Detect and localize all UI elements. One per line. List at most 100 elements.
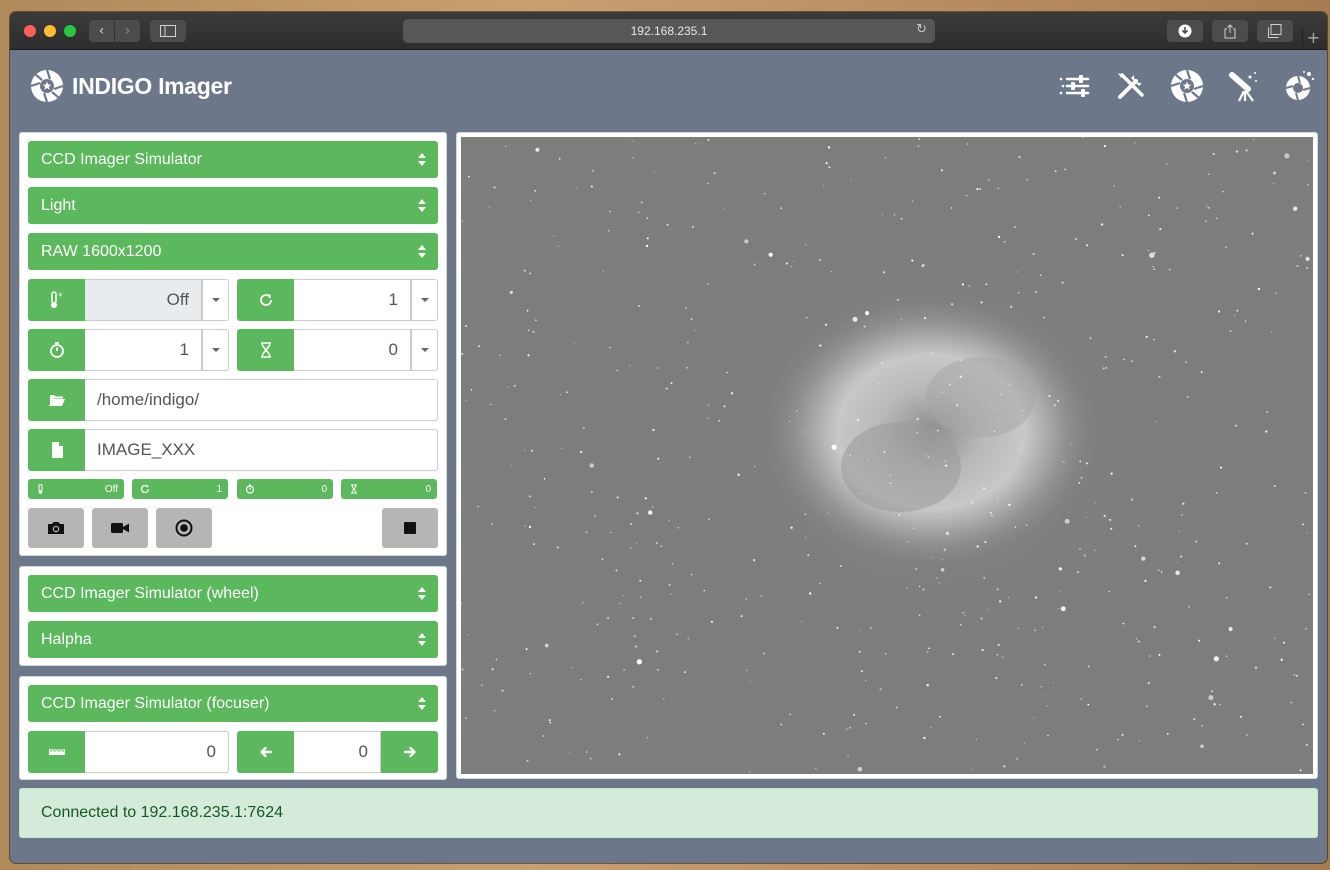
cooler-group: * Off	[28, 279, 229, 321]
star	[665, 387, 668, 390]
star	[1040, 685, 1042, 688]
star	[831, 444, 837, 450]
delay-dropdown[interactable]	[411, 329, 438, 371]
star	[895, 706, 898, 709]
star	[850, 178, 852, 181]
forward-button[interactable]: ›	[115, 20, 140, 42]
star	[988, 179, 990, 181]
delay-status-badge: 0	[341, 479, 437, 499]
star	[825, 162, 828, 165]
mode-select[interactable]: RAW 1600x1200	[28, 233, 438, 270]
star	[607, 675, 610, 678]
imager-device-select[interactable]: CCD Imager Simulator	[28, 141, 438, 178]
focuser-position-group: 0	[28, 731, 229, 773]
guider-button[interactable]	[1271, 68, 1327, 104]
star	[580, 451, 583, 454]
frame-type-select[interactable]: Light	[28, 187, 438, 224]
star	[870, 627, 872, 629]
star	[1193, 718, 1196, 721]
video-button[interactable]	[92, 508, 148, 548]
star	[1134, 545, 1137, 548]
record-button[interactable]	[156, 508, 212, 548]
filename-input[interactable]: IMAGE_XXX	[85, 429, 438, 471]
focuser-device-select[interactable]: CCD Imager Simulator (focuser)	[28, 685, 438, 722]
tab-overview-button[interactable]	[1257, 20, 1293, 42]
exposure-field[interactable]: 1	[85, 329, 202, 371]
star	[849, 727, 851, 729]
star	[1305, 627, 1307, 630]
star	[750, 681, 752, 683]
star	[863, 325, 866, 328]
mount-button[interactable]	[1215, 68, 1271, 104]
star	[601, 558, 604, 560]
star	[580, 679, 582, 681]
exposure-dropdown[interactable]	[202, 329, 229, 371]
star	[889, 474, 892, 477]
sidebar-toggle-button[interactable]	[150, 20, 186, 42]
focuser-position-field[interactable]: 0	[85, 731, 229, 773]
star	[960, 624, 962, 626]
back-button[interactable]: ‹	[89, 20, 114, 42]
star	[900, 318, 902, 320]
count-dropdown[interactable]	[411, 279, 438, 321]
star	[906, 587, 908, 589]
star	[1083, 554, 1086, 557]
filter-select[interactable]: Halpha	[28, 621, 438, 658]
star	[688, 456, 691, 459]
star	[1063, 461, 1065, 463]
star	[950, 303, 954, 306]
address-bar[interactable]: 192.168.235.1 ↻	[403, 19, 935, 43]
star	[1176, 561, 1178, 563]
star	[490, 403, 492, 406]
wheel-device-select[interactable]: CCD Imager Simulator (wheel)	[28, 575, 438, 612]
stop-button[interactable]	[382, 508, 438, 548]
cooler-dropdown[interactable]	[202, 279, 229, 321]
capture-button[interactable]	[28, 508, 84, 548]
zoom-window-button[interactable]	[64, 25, 76, 37]
star	[510, 465, 512, 467]
minimize-window-button[interactable]	[44, 25, 56, 37]
star	[915, 568, 918, 570]
star	[1176, 207, 1178, 209]
tabs-icon	[1268, 24, 1282, 38]
star	[1157, 569, 1160, 572]
star	[477, 345, 480, 348]
reload-icon[interactable]: ↻	[916, 22, 927, 37]
new-tab-button[interactable]: +	[1302, 28, 1324, 50]
star	[1302, 523, 1304, 526]
star	[996, 497, 999, 500]
close-window-button[interactable]	[24, 25, 36, 37]
imager-button[interactable]	[1159, 68, 1215, 104]
star	[723, 207, 725, 209]
star	[569, 752, 571, 754]
star	[726, 371, 728, 374]
tools-button[interactable]	[1103, 68, 1159, 104]
star	[1245, 149, 1248, 152]
cooler-field[interactable]: Off	[85, 279, 202, 321]
directory-addon[interactable]	[28, 379, 85, 421]
star	[938, 582, 940, 584]
share-button[interactable]	[1212, 20, 1248, 42]
star	[589, 463, 594, 468]
star	[1061, 281, 1064, 284]
directory-input[interactable]: /home/indigo/	[85, 379, 438, 421]
cooler-status-badge: Off	[28, 479, 124, 499]
settings-button[interactable]	[1047, 68, 1103, 104]
delay-field[interactable]: 0	[294, 329, 411, 371]
star	[852, 316, 858, 322]
star	[975, 738, 978, 741]
focus-in-button[interactable]	[237, 731, 294, 773]
captured-image[interactable]	[461, 137, 1313, 774]
count-field[interactable]: 1	[294, 279, 411, 321]
downloads-button[interactable]	[1167, 20, 1203, 42]
focus-out-button[interactable]	[381, 731, 438, 773]
star	[768, 252, 773, 257]
star	[959, 375, 962, 378]
star	[1122, 622, 1125, 625]
star	[535, 319, 537, 321]
star	[1085, 462, 1089, 465]
star	[494, 710, 496, 712]
star	[1014, 226, 1016, 228]
focuser-steps-field[interactable]: 0	[294, 731, 381, 773]
star	[623, 669, 625, 671]
